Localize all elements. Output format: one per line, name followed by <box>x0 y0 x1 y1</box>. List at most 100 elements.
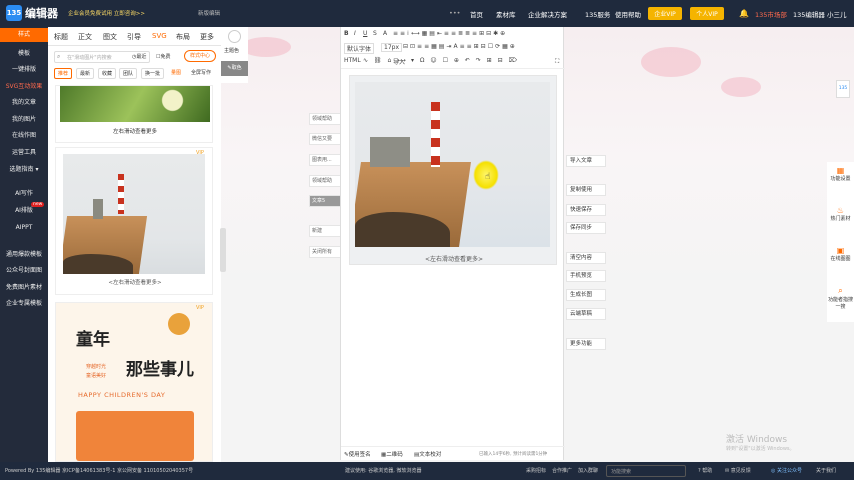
proofread-button[interactable]: ▤文本校对 <box>414 450 441 458</box>
font-size-select[interactable]: 17px <box>381 43 402 52</box>
signature-button[interactable]: ✎使用签名 <box>344 450 371 458</box>
recent-filter[interactable]: ◷最近 <box>132 53 146 60</box>
tab-more[interactable]: 更多 <box>200 32 214 42</box>
enterprise-vip-button[interactable]: 企业VIP <box>648 7 682 20</box>
left-nav-styles[interactable]: 样式 <box>0 28 48 42</box>
footer-follow[interactable]: ◎ 关注公众号 <box>771 467 802 474</box>
nav-home[interactable]: 首页 <box>470 9 483 19</box>
left-nav-svg[interactable]: SVG互动效果 <box>0 81 48 90</box>
nav-enterprise[interactable]: 企业解决方案 <box>528 9 567 19</box>
right-tool-column: ▦ 功能设置 ♨ 热门素材 ▣ 在线图图 ⌕ 功能者指搜一搜 <box>827 162 854 322</box>
palette-icon[interactable] <box>228 30 241 43</box>
hot-materials[interactable]: ♨ 热门素材 <box>827 206 854 222</box>
footer-search-input[interactable]: 功能搜索 <box>606 465 686 477</box>
format-icons-row2[interactable]: ⊟⊡≡≡▦▤⇥A≡≡⊞⊟☐⟳▦⊕ <box>403 43 517 50</box>
format-icons[interactable]: ≡≡⁞⟷▦▤⇤≡≡≣≣≡⊞⊟✱⊕ <box>393 30 507 37</box>
left-nav-ops-tools[interactable]: 运营工具 <box>0 147 48 156</box>
left-nav: 样式 模板 一键排版 SVG互动效果 我的文章 我的图片 在线作图 运营工具 选… <box>0 27 48 462</box>
free-filter[interactable]: ☐免费 <box>156 53 171 60</box>
footer-help[interactable]: ? 帮助 <box>698 467 712 474</box>
clear-content-button[interactable]: 清空内容 <box>566 252 606 264</box>
tab-title[interactable]: 标题 <box>54 32 68 42</box>
ghost-button[interactable]: 新建 <box>309 225 341 237</box>
footer-feedback[interactable]: ✉ 意见反馈 <box>725 467 751 474</box>
cloud-draft-button[interactable]: 云端草稿 <box>566 308 606 320</box>
qrcode-button[interactable]: ▦二维码 <box>381 450 403 458</box>
left-nav-hot-templates[interactable]: 通用爆款模板 <box>0 249 48 258</box>
left-nav-ai-writing[interactable]: AI写作 <box>0 188 48 197</box>
font-family-select[interactable]: 默认字体 <box>344 43 375 54</box>
style-card-children[interactable]: VIP 童年 那些事儿 穿越时光 童语美好 HAPPY CHILDREN'S D… <box>55 302 213 462</box>
strikethrough-icon[interactable]: S <box>373 30 377 37</box>
chip-refresh[interactable]: 换一批 <box>141 68 165 79</box>
style-card-lighthouse[interactable]: VIP <左右滑动查看更多> <box>55 147 213 295</box>
expand-icon[interactable]: ⛶ <box>555 58 559 66</box>
ghost-button[interactable]: 关闭所有 <box>309 246 341 258</box>
left-nav-topic-guide[interactable]: 选题指南 ▾ <box>0 164 48 173</box>
panel-collapse-handle[interactable] <box>220 228 226 272</box>
online-image[interactable]: ▣ 在线图图 <box>827 246 854 262</box>
tab-image-text[interactable]: 图文 <box>103 32 117 42</box>
logo[interactable]: 135 编辑器 <box>6 5 58 21</box>
chip-image-count[interactable]: 量图 <box>168 68 185 79</box>
user-name[interactable]: 135编辑器 小三儿 <box>793 9 846 19</box>
tab-svg[interactable]: SVG <box>152 32 167 40</box>
nav-materials[interactable]: 素材库 <box>496 9 516 19</box>
left-nav-templates[interactable]: 模板 <box>0 48 48 57</box>
topic-guide-label: 选题指南 <box>9 166 34 173</box>
left-nav-free-images[interactable]: 免费图片素材 <box>0 282 48 291</box>
footer-about[interactable]: 关于我们 <box>816 467 836 474</box>
store-link[interactable]: 135市场部 <box>755 9 787 19</box>
left-nav-covers[interactable]: 公众号封面图 <box>0 265 48 274</box>
bell-icon[interactable]: 🔔 <box>739 9 749 18</box>
chip-recommend[interactable]: 推荐 <box>54 68 73 79</box>
chip-favorites[interactable]: 收藏 <box>98 68 117 79</box>
save-sync-button[interactable]: 保存同步 <box>566 222 606 234</box>
import-button[interactable]: 导入 <box>393 57 405 66</box>
function-settings[interactable]: ▦ 功能设置 <box>827 166 854 182</box>
misc-icons[interactable]: ▾ Ω ☺ ☐ ⊕ ↶ ↷ ⊞ ⊟ ⌦ <box>411 57 519 64</box>
import-article-button[interactable]: 导入文章 <box>566 155 606 167</box>
nav-help[interactable]: 使用帮助 <box>615 9 641 19</box>
bold-icon[interactable]: B <box>344 30 349 37</box>
left-nav-my-images[interactable]: 我的图片 <box>0 114 48 123</box>
left-nav-enterprise-templates[interactable]: 企业专属模板 <box>0 298 48 307</box>
nav-services[interactable]: 135服务 <box>585 9 610 19</box>
editor-content-block[interactable]: ☝ <左右滑动查看更多> <box>349 75 557 265</box>
left-nav-my-articles[interactable]: 我的文章 <box>0 97 48 106</box>
color-picker-button[interactable]: ✎取色 <box>221 61 248 76</box>
tab-layout[interactable]: 布局 <box>176 32 190 42</box>
logo-mini-icon[interactable]: 135 <box>836 80 850 98</box>
ghost-button: 图表用... <box>309 154 341 166</box>
personal-vip-button[interactable]: 个人VIP <box>690 7 724 20</box>
chip-team[interactable]: 团队 <box>119 68 138 79</box>
left-nav-aippt[interactable]: AIPPT <box>0 224 48 231</box>
left-nav-online-design[interactable]: 在线作图 <box>0 130 48 139</box>
more-functions-button[interactable]: 更多功能 <box>566 338 606 350</box>
style-card-flower[interactable]: 左右滑动查看更多 <box>55 85 213 143</box>
tab-body[interactable]: 正文 <box>78 32 92 42</box>
html-icon[interactable]: HTML <box>344 57 361 64</box>
left-nav-one-click[interactable]: 一键排版 <box>0 64 48 73</box>
new-version-toggle[interactable]: 新版编辑 <box>198 9 220 17</box>
copy-use-button[interactable]: 复制使用 <box>566 184 606 196</box>
long-image-button[interactable]: 生成长图 <box>566 289 606 301</box>
footer-link-coop[interactable]: 合作推广 <box>552 467 572 474</box>
search-feature[interactable]: ⌕ 功能者指搜一搜 <box>827 286 854 310</box>
tab-guide[interactable]: 引导 <box>127 32 141 42</box>
menu-dots-icon[interactable]: ••• <box>449 9 461 17</box>
promo-notice[interactable]: 企业会员免费试用 立即咨询>> <box>68 9 145 17</box>
font-color-icon[interactable]: A <box>383 30 387 37</box>
footer-link-group[interactable]: 加入群聊 <box>578 467 598 474</box>
browser-suggestion[interactable]: 建议使用: 谷歌浏览器, 微软浏览器 <box>345 467 421 474</box>
chip-latest[interactable]: 最新 <box>76 68 95 79</box>
style-center-button[interactable]: 样式中心 <box>184 50 216 62</box>
phone-preview-button[interactable]: 手机预览 <box>566 270 606 282</box>
italic-icon[interactable]: I <box>354 30 356 37</box>
theme-color-label[interactable]: 主题色 <box>224 47 239 54</box>
lighthouse-image[interactable]: ☝ <box>355 82 550 247</box>
chip-fullscreen[interactable]: 全屏写作 <box>188 68 215 79</box>
footer-link-tender[interactable]: 采购招标 <box>526 467 546 474</box>
quick-save-button[interactable]: 快速保存 <box>566 204 606 216</box>
underline-icon[interactable]: U <box>363 30 367 37</box>
